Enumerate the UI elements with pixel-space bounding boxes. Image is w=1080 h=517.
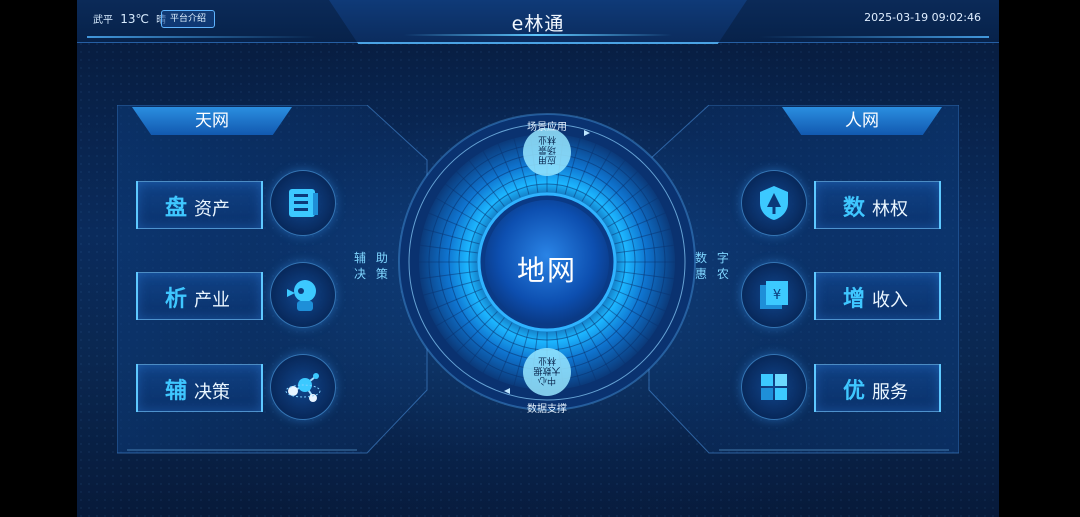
top-arc-label: 场景应用 [527, 122, 567, 133]
header-decor-left [87, 36, 317, 38]
right-side-label-line: 惠 农 [695, 267, 732, 281]
stack-layers-icon[interactable] [270, 170, 336, 236]
card-label: 服务 [872, 382, 908, 403]
right-card-income[interactable]: 增 收入 [814, 272, 941, 320]
card-label: 资产 [194, 199, 230, 220]
top-segment-label[interactable]: 应用 场景 林业 [531, 134, 563, 164]
left-side-label-line: 决 策 [354, 267, 391, 281]
card-key-char: 析 [165, 287, 188, 312]
center-title: 地网 [516, 254, 577, 287]
datetime-label: 2025-03-19 09:02:46 [864, 11, 981, 24]
top-segment-line: 林业 [538, 134, 557, 144]
robot-head-icon[interactable] [270, 262, 336, 328]
molecule-icon[interactable] [270, 354, 336, 420]
card-key-char: 辅 [165, 379, 188, 404]
bottom-segment-line: 林业 [538, 355, 557, 365]
center-disc[interactable]: 场景应用 数据支撑 应用 场景 林业 中心 大数据 林业 地网 [397, 112, 697, 415]
card-label: 林权 [872, 199, 908, 220]
temperature-label: 13℃ [120, 12, 149, 26]
money-box-icon[interactable]: ¥ [741, 262, 807, 328]
card-label: 产业 [194, 290, 230, 311]
bottom-segment-line: 大数据 [533, 365, 561, 375]
platform-intro-button[interactable]: 平台介绍 [161, 10, 216, 28]
right-card-service[interactable]: 优 服务 [814, 364, 941, 412]
card-key-char: 数 [843, 196, 866, 221]
right-card-forest-rights[interactable]: 数 林权 [814, 181, 941, 229]
card-label: 收入 [872, 290, 908, 311]
left-side-label: 辅 助 决 策 [354, 250, 391, 282]
left-side-label-line: 辅 助 [354, 251, 391, 265]
weather-info: 武平 13℃ 晴 [93, 11, 166, 26]
card-key-char: 增 [843, 287, 866, 312]
tree-shield-icon[interactable] [741, 170, 807, 236]
card-key-char: 盘 [165, 196, 188, 221]
page-title: e林通 [511, 13, 565, 35]
cube-cluster-icon[interactable] [741, 354, 807, 420]
city-label: 武平 [93, 15, 113, 26]
dashboard-stage: 武平 13℃ 晴 平台介绍 e林通 2025-03-19 09:02:46 天网 [77, 0, 999, 517]
top-segment-line: 应用 [538, 154, 557, 164]
left-panel-tab[interactable]: 天网 [132, 107, 292, 135]
right-side-label-line: 数 字 [695, 251, 732, 265]
top-segment-line: 场景 [538, 144, 557, 154]
left-card-assets[interactable]: 盘 资产 [136, 181, 263, 229]
left-card-industry[interactable]: 析 产业 [136, 272, 263, 320]
bottom-segment-line: 中心 [538, 375, 557, 385]
svg-text:¥: ¥ [773, 288, 781, 303]
right-panel-tab[interactable]: 人网 [782, 107, 942, 135]
left-card-decision[interactable]: 辅 决策 [136, 364, 263, 412]
top-bar: 武平 13℃ 晴 平台介绍 e林通 2025-03-19 09:02:46 [77, 0, 999, 44]
right-side-label: 数 字 惠 农 [695, 250, 732, 282]
card-key-char: 优 [843, 379, 866, 404]
title-plate: e林通 [329, 0, 747, 44]
card-label: 决策 [194, 382, 230, 403]
bottom-segment-label[interactable]: 中心 大数据 林业 [531, 355, 563, 385]
header-decor-right [759, 36, 989, 38]
bottom-arc-label: 数据支撑 [527, 404, 567, 415]
